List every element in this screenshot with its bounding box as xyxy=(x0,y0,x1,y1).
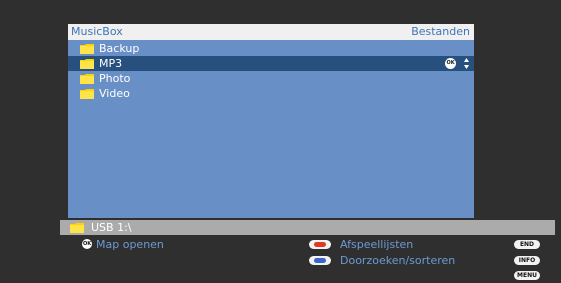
current-path-bar: USB 1:\ xyxy=(60,220,555,235)
list-item-label: Backup xyxy=(99,42,140,55)
list-item-label: Photo xyxy=(99,72,131,85)
ok-button-icon: OK xyxy=(445,58,456,69)
file-list: Backup MP3 OK Photo Video xyxy=(68,40,474,218)
ok-button-icon: OK xyxy=(82,239,92,249)
blue-dot xyxy=(314,258,326,263)
current-path: USB 1:\ xyxy=(91,221,132,234)
list-item-backup[interactable]: Backup xyxy=(68,41,474,56)
folder-icon xyxy=(80,44,94,54)
help-playlists: Afspeellijsten xyxy=(340,238,414,251)
red-key-icon xyxy=(309,240,331,249)
music-box-screen: MusicBox Bestanden Backup MP3 OK Photo V… xyxy=(0,0,561,283)
help-open-folder: Map openen xyxy=(96,238,164,251)
list-item-video[interactable]: Video xyxy=(68,86,474,101)
menu-button-icon: MENU xyxy=(514,271,540,280)
title-bar: MusicBox Bestanden xyxy=(68,24,474,40)
info-button-icon: INFO xyxy=(514,256,540,265)
list-item-photo[interactable]: Photo xyxy=(68,71,474,86)
folder-icon xyxy=(70,223,84,233)
app-title: MusicBox xyxy=(71,25,123,38)
end-button-icon: END xyxy=(514,240,540,249)
folder-icon xyxy=(80,59,94,69)
list-item-mp3[interactable]: MP3 OK xyxy=(68,56,474,71)
section-title: Bestanden xyxy=(411,25,470,38)
list-item-label: MP3 xyxy=(99,57,123,70)
blue-key-icon xyxy=(309,256,331,265)
help-browse-sort: Doorzoeken/sorteren xyxy=(340,254,456,267)
folder-icon xyxy=(80,74,94,84)
list-item-label: Video xyxy=(99,87,130,100)
red-dot xyxy=(314,242,326,247)
folder-icon xyxy=(80,89,94,99)
up-down-arrows-icon xyxy=(464,58,469,69)
